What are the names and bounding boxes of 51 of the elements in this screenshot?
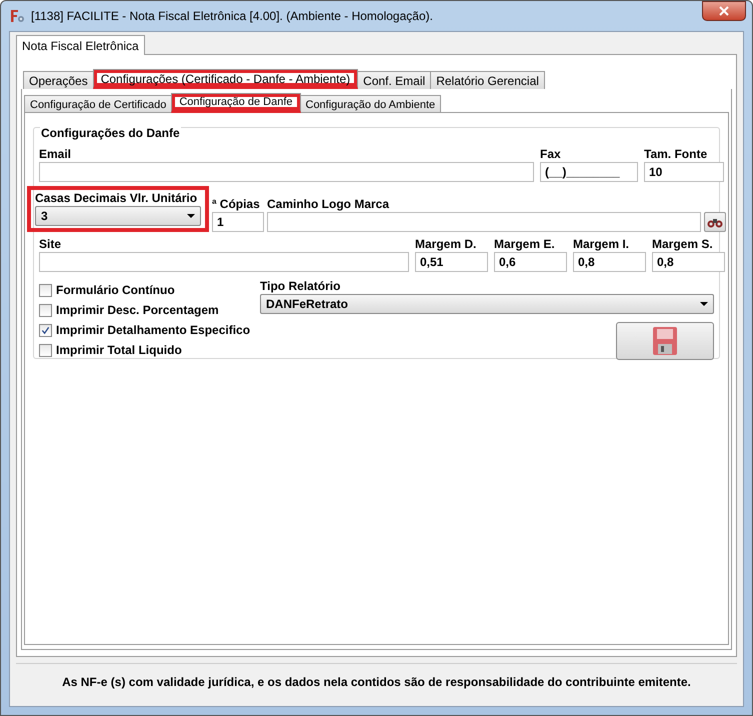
group-title: Configurações do Danfe	[40, 126, 181, 140]
checkbox-label: Imprimir Detalhamento Especifico	[56, 322, 250, 338]
field-label: Margem I.	[573, 236, 630, 252]
browse-button[interactable]	[704, 212, 726, 232]
input-field[interactable]: 0,51	[415, 252, 488, 272]
field-label: Caminho Logo Marca	[267, 196, 390, 212]
input-field[interactable]: 1	[212, 212, 264, 232]
field-label: Email	[39, 146, 72, 162]
field-label: Tipo Relatório	[260, 278, 342, 294]
tab[interactable]: Operações	[23, 71, 94, 89]
dropdown[interactable]: 3	[35, 206, 201, 226]
tab[interactable]: Relatório Gerencial	[430, 71, 545, 89]
field-label: Site	[39, 236, 62, 252]
checkbox-label: Formulário Contínuo	[56, 282, 175, 298]
field-label: Margem D.	[415, 236, 478, 252]
checkbox-label: Imprimir Desc. Porcentagem	[56, 302, 219, 318]
field-label: Margem S.	[652, 236, 714, 252]
input-field[interactable]: 0,8	[652, 252, 725, 272]
window-title: [1138] FACILITE - Nota Fiscal Eletrônica [4.00]. (Ambiente - Homologação).	[31, 9, 433, 23]
app-icon	[9, 8, 25, 24]
input-field[interactable]: 0,6	[494, 252, 567, 272]
checkbox[interactable]	[39, 284, 52, 296]
caret-icon	[700, 302, 708, 306]
tab[interactable]: Configuração do Ambiente	[300, 95, 442, 113]
input-field[interactable]: (__)________	[540, 162, 638, 182]
checkbox[interactable]	[39, 344, 52, 356]
input-field[interactable]	[39, 162, 534, 182]
checkbox[interactable]	[39, 324, 52, 336]
checkbox-label: Imprimir Total Liquido	[56, 342, 182, 358]
tab[interactable]: Configurações (Certificado - Danfe - Ambiente)	[92, 69, 358, 89]
tab[interactable]: Nota Fiscal Eletrônica	[16, 35, 145, 55]
field-label: Tam. Fonte	[644, 146, 708, 162]
close-icon	[719, 6, 729, 16]
tab[interactable]: Configuração de Danfe	[171, 93, 300, 113]
input-field[interactable]	[267, 212, 701, 232]
close-button[interactable]	[702, 1, 746, 21]
input-field[interactable]: 10	[644, 162, 724, 182]
tab[interactable]: Configuração de Certificado	[24, 95, 172, 113]
field-label: Casas Decimais Vlr. Unitário	[35, 190, 198, 206]
caret-icon	[187, 214, 195, 218]
checkbox[interactable]	[39, 304, 52, 316]
status-text: As NF-e (s) com validade jurídica, e os dados nela contidos são de responsabilidade do contribuinte emitente.	[62, 675, 691, 689]
dropdown[interactable]: DANFeRetrato	[260, 294, 714, 314]
binoculars-icon	[707, 216, 723, 228]
input-field[interactable]	[39, 252, 409, 272]
field-label: Margem E.	[494, 236, 556, 252]
field-label: Fax	[540, 146, 562, 162]
save-button[interactable]	[616, 322, 714, 360]
input-field[interactable]: 0,8	[573, 252, 646, 272]
tab[interactable]: Conf. Email	[357, 71, 432, 89]
field-label: ª Cópias	[212, 196, 261, 212]
